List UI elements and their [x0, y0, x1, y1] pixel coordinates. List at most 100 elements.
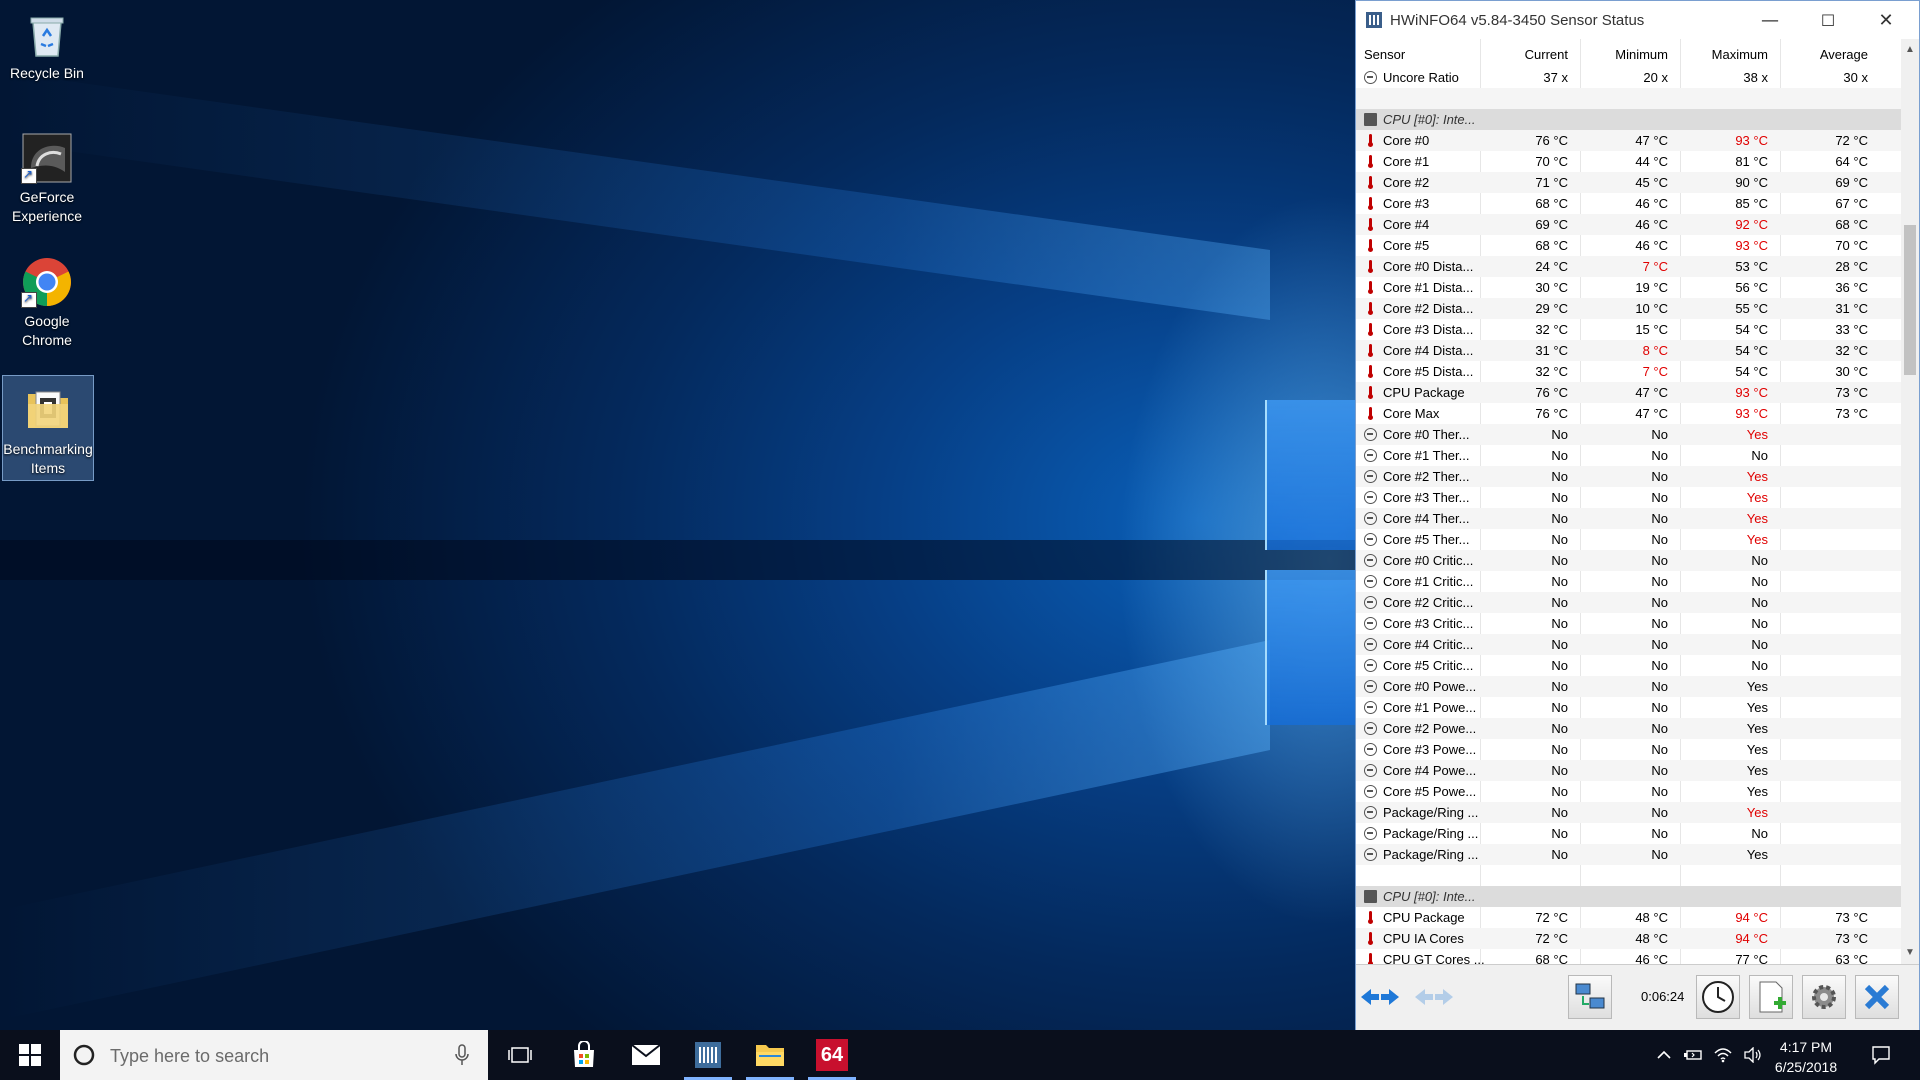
sensor-row[interactable]: Package/Ring ... No No No: [1356, 823, 1901, 844]
sensor-row[interactable]: Core #4 69 °C 46 °C 92 °C 68 °C: [1356, 214, 1901, 235]
sensor-row[interactable]: Core #3 Powe... No No Yes: [1356, 739, 1901, 760]
sensor-row[interactable]: Core #5 68 °C 46 °C 93 °C 70 °C: [1356, 235, 1901, 256]
sensor-row[interactable]: CPU IA Cores 72 °C 48 °C 94 °C 73 °C: [1356, 928, 1901, 949]
column-header-minimum[interactable]: Minimum: [1578, 47, 1668, 62]
sensor-row[interactable]: Core #4 Critic... No No No: [1356, 634, 1901, 655]
network-sync-button[interactable]: [1568, 975, 1612, 1019]
wallpaper-beam: [0, 640, 1270, 1020]
show-hidden-icons-button[interactable]: [1652, 1030, 1676, 1080]
sensor-row[interactable]: Core #3 68 °C 46 °C 85 °C 67 °C: [1356, 193, 1901, 214]
sensor-row[interactable]: Core #5 Ther... No No Yes: [1356, 529, 1901, 550]
current-value: 32 °C: [1535, 322, 1568, 337]
sensor-row[interactable]: Core #1 Ther... No No No: [1356, 445, 1901, 466]
navigate-left-button[interactable]: [1358, 975, 1402, 1019]
sensor-row[interactable]: Core #2 Critic... No No No: [1356, 592, 1901, 613]
sensor-row[interactable]: Package/Ring ... No No Yes: [1356, 844, 1901, 865]
close-button[interactable]: ✕: [1857, 1, 1915, 39]
desktop-icon-benchmarking-items[interactable]: Benchmarking Items: [2, 375, 94, 481]
taskbar-hwinfo-app[interactable]: [678, 1030, 738, 1080]
maximum-value: No: [1751, 574, 1768, 589]
window-titlebar[interactable]: HWiNFO64 v5.84-3450 Sensor Status — ☐ ✕: [1356, 1, 1919, 39]
thermometer-icon: [1368, 386, 1373, 399]
sensor-row[interactable]: CPU GT Cores ... 68 °C 46 °C 77 °C 63 °C: [1356, 949, 1901, 964]
sensor-row[interactable]: Core #3 Dista... 32 °C 15 °C 54 °C 33 °C: [1356, 319, 1901, 340]
sensor-name: Uncore Ratio: [1383, 70, 1459, 85]
sensor-group-row[interactable]: CPU [#0]: Inte...: [1356, 886, 1901, 907]
navigate-right-button[interactable]: [1412, 975, 1456, 1019]
column-header-maximum[interactable]: Maximum: [1678, 47, 1768, 62]
sensor-row[interactable]: Core #5 Dista... 32 °C 7 °C 54 °C 30 °C: [1356, 361, 1901, 382]
taskbar-hwinfo64-app[interactable]: 64: [802, 1030, 862, 1080]
sensor-row[interactable]: Core Max 76 °C 47 °C 93 °C 73 °C: [1356, 403, 1901, 424]
column-header-sensor[interactable]: Sensor: [1364, 47, 1405, 62]
sensor-row[interactable]: Core #1 70 °C 44 °C 81 °C 64 °C: [1356, 151, 1901, 172]
minimize-button[interactable]: —: [1741, 1, 1799, 39]
sensor-row[interactable]: Core #4 Powe... No No Yes: [1356, 760, 1901, 781]
current-value: No: [1551, 847, 1568, 862]
desktop-icon-recycle-bin[interactable]: Recycle Bin: [2, 0, 92, 98]
scroll-up-arrow-icon[interactable]: ▲: [1901, 41, 1919, 59]
indicator-circle-icon: [1364, 596, 1377, 609]
sensor-row[interactable]: Core #4 Ther... No No Yes: [1356, 508, 1901, 529]
scrollbar-thumb[interactable]: [1904, 225, 1916, 375]
sensor-row[interactable]: Core #1 Critic... No No No: [1356, 571, 1901, 592]
current-value: No: [1551, 679, 1568, 694]
action-center-button[interactable]: [1858, 1030, 1904, 1080]
column-header-average[interactable]: Average: [1778, 47, 1868, 62]
maximize-button[interactable]: ☐: [1799, 1, 1857, 39]
sensor-row[interactable]: Core #2 71 °C 45 °C 90 °C 69 °C: [1356, 172, 1901, 193]
task-view-button[interactable]: [495, 1030, 545, 1080]
sensor-row[interactable]: Core #3 Ther... No No Yes: [1356, 487, 1901, 508]
sensor-row[interactable]: Core #5 Powe... No No Yes: [1356, 781, 1901, 802]
sensor-row[interactable]: Core #2 Powe... No No Yes: [1356, 718, 1901, 739]
sensor-row[interactable]: Core #0 Powe... No No Yes: [1356, 676, 1901, 697]
column-header-current[interactable]: Current: [1478, 47, 1568, 62]
desktop-icon-geforce[interactable]: GeForce Experience: [2, 124, 92, 236]
sensor-row[interactable]: CPU Package 76 °C 47 °C 93 °C 73 °C: [1356, 382, 1901, 403]
sensor-name: Core #1: [1383, 154, 1430, 169]
microphone-icon[interactable]: [455, 1044, 469, 1066]
shortcut-arrow-icon: [21, 165, 37, 184]
start-button[interactable]: [0, 1030, 60, 1080]
network-tray[interactable]: [1710, 1030, 1736, 1080]
sensor-row[interactable]: Core #0 Critic... No No No: [1356, 550, 1901, 571]
maximum-value: 55 °C: [1735, 301, 1768, 316]
sensor-table[interactable]: Sensor Current Minimum Maximum Average U…: [1356, 39, 1901, 964]
sensor-row[interactable]: Core #1 Dista... 30 °C 19 °C 56 °C 36 °C: [1356, 277, 1901, 298]
sensor-row[interactable]: Core #0 76 °C 47 °C 93 °C 72 °C: [1356, 130, 1901, 151]
close-sensors-button[interactable]: [1855, 975, 1899, 1019]
minimum-value: No: [1651, 805, 1668, 820]
average-value: 68 °C: [1835, 217, 1868, 232]
reset-timer-button[interactable]: [1696, 975, 1740, 1019]
current-value: No: [1551, 637, 1568, 652]
indicator-circle-icon: [1364, 827, 1377, 840]
thermometer-icon: [1368, 344, 1373, 357]
sensor-row[interactable]: CPU Package 72 °C 48 °C 94 °C 73 °C: [1356, 907, 1901, 928]
sensor-row[interactable]: Uncore Ratio 37 x 20 x 38 x 30 x: [1356, 67, 1901, 88]
taskbar-mail-app[interactable]: [616, 1030, 676, 1080]
sensor-row[interactable]: Core #4 Dista... 31 °C 8 °C 54 °C 32 °C: [1356, 340, 1901, 361]
average-value: 31 °C: [1835, 301, 1868, 316]
vertical-scrollbar[interactable]: ▲ ▼: [1901, 39, 1919, 964]
taskbar-store-app[interactable]: [554, 1030, 614, 1080]
taskbar-search-box[interactable]: Type here to search: [60, 1030, 488, 1080]
sensor-row[interactable]: Core #5 Critic... No No No: [1356, 655, 1901, 676]
thermometer-icon: [1368, 365, 1373, 378]
sensor-row[interactable]: Core #3 Critic... No No No: [1356, 613, 1901, 634]
sensor-row[interactable]: Core #0 Ther... No No Yes: [1356, 424, 1901, 445]
taskbar-clock[interactable]: 4:17 PM 6/25/2018: [1766, 1037, 1846, 1077]
sensor-row[interactable]: Core #1 Powe... No No Yes: [1356, 697, 1901, 718]
taskbar-file-explorer[interactable]: [740, 1030, 800, 1080]
sensor-row[interactable]: Core #0 Dista... 24 °C 7 °C 53 °C 28 °C: [1356, 256, 1901, 277]
volume-tray[interactable]: [1740, 1030, 1766, 1080]
sensor-row[interactable]: Core #2 Dista... 29 °C 10 °C 55 °C 31 °C: [1356, 298, 1901, 319]
settings-button[interactable]: [1802, 975, 1846, 1019]
logging-button[interactable]: [1749, 975, 1793, 1019]
sensor-row[interactable]: Core #2 Ther... No No Yes: [1356, 466, 1901, 487]
battery-tray[interactable]: [1680, 1030, 1706, 1080]
scroll-down-arrow-icon[interactable]: ▼: [1901, 944, 1919, 962]
sensor-group-row[interactable]: CPU [#0]: Inte...: [1356, 109, 1901, 130]
desktop-icon-chrome[interactable]: Google Chrome: [2, 248, 92, 360]
sensor-row[interactable]: Package/Ring ... No No Yes: [1356, 802, 1901, 823]
indicator-circle-icon: [1364, 638, 1377, 651]
